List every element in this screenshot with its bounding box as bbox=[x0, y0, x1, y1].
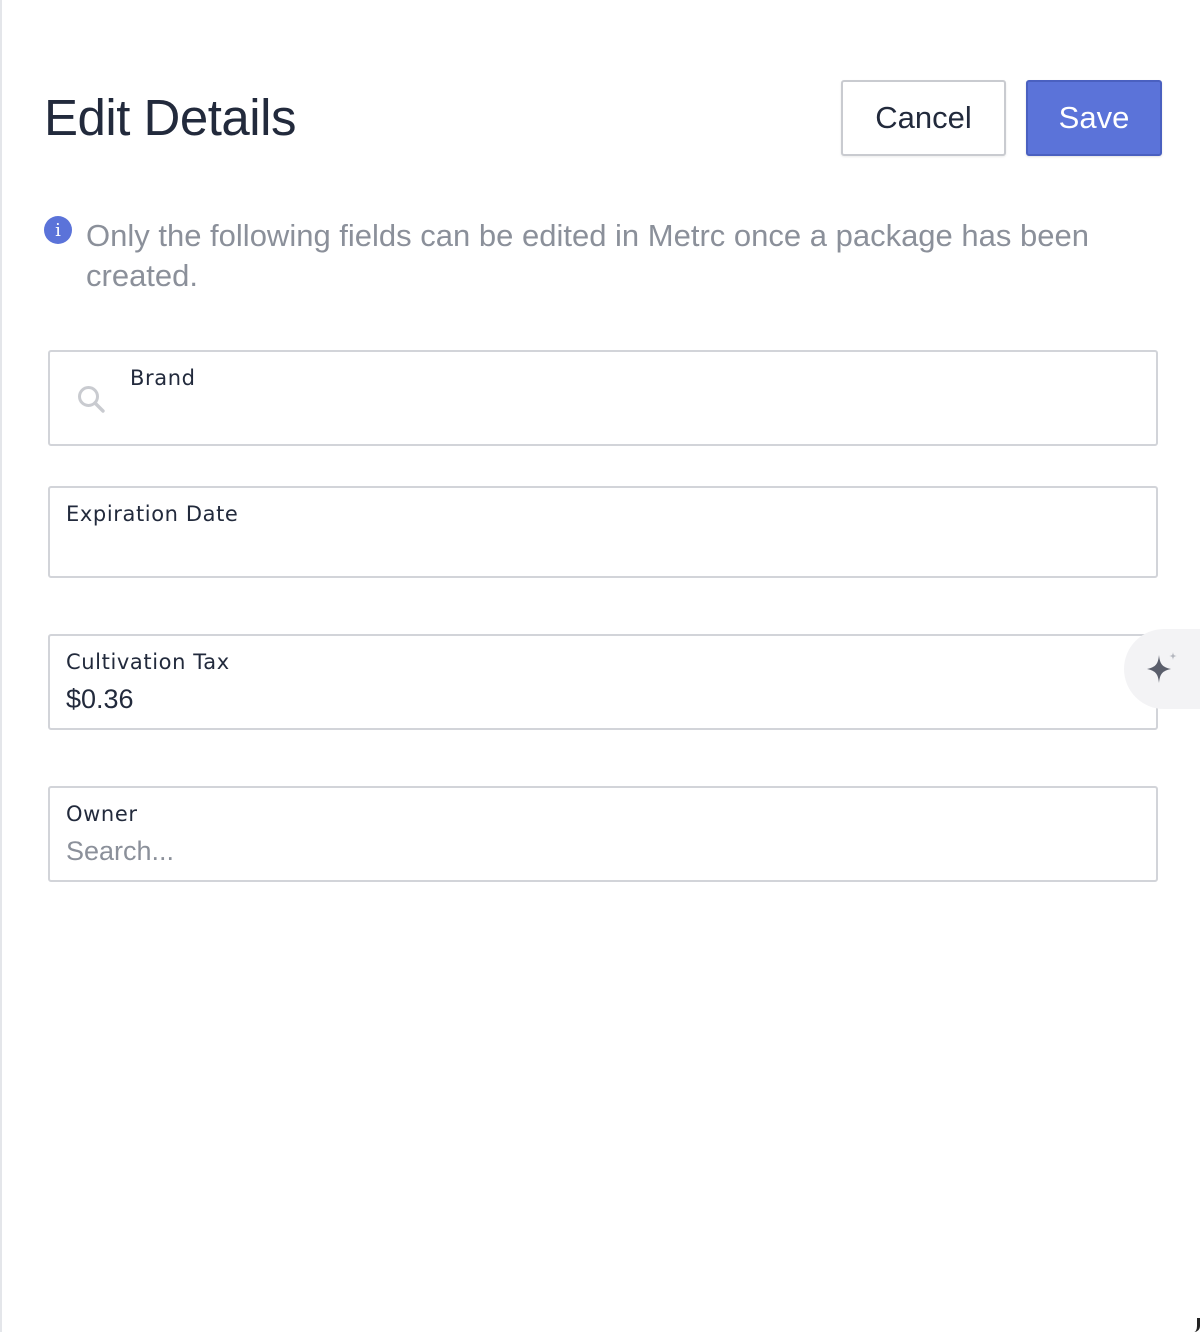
expiration-date-label: Expiration Date bbox=[66, 502, 239, 526]
window-corner bbox=[1194, 1318, 1200, 1332]
sparkle-icon bbox=[1147, 652, 1177, 683]
info-icon: i bbox=[44, 216, 72, 244]
brand-field[interactable]: Brand bbox=[48, 350, 1158, 446]
edit-details-panel: Edit Details Cancel Save i Only the foll… bbox=[0, 0, 1200, 1332]
owner-label: Owner bbox=[66, 802, 138, 826]
cancel-button[interactable]: Cancel bbox=[841, 80, 1006, 156]
expiration-date-field[interactable]: Expiration Date bbox=[48, 486, 1158, 578]
owner-field[interactable]: Owner Search... bbox=[48, 786, 1158, 882]
cultivation-tax-field[interactable]: Cultivation Tax $0.36 bbox=[48, 634, 1158, 730]
assistant-button[interactable] bbox=[1124, 629, 1200, 709]
cultivation-tax-input[interactable]: $0.36 bbox=[66, 684, 134, 715]
save-button[interactable]: Save bbox=[1026, 80, 1162, 156]
info-message: Only the following fields can be edited … bbox=[86, 218, 1089, 293]
owner-search-input[interactable]: Search... bbox=[66, 836, 174, 867]
cultivation-tax-label: Cultivation Tax bbox=[66, 650, 230, 674]
brand-label: Brand bbox=[130, 366, 196, 390]
page-title: Edit Details bbox=[44, 89, 296, 146]
search-icon bbox=[78, 386, 105, 413]
